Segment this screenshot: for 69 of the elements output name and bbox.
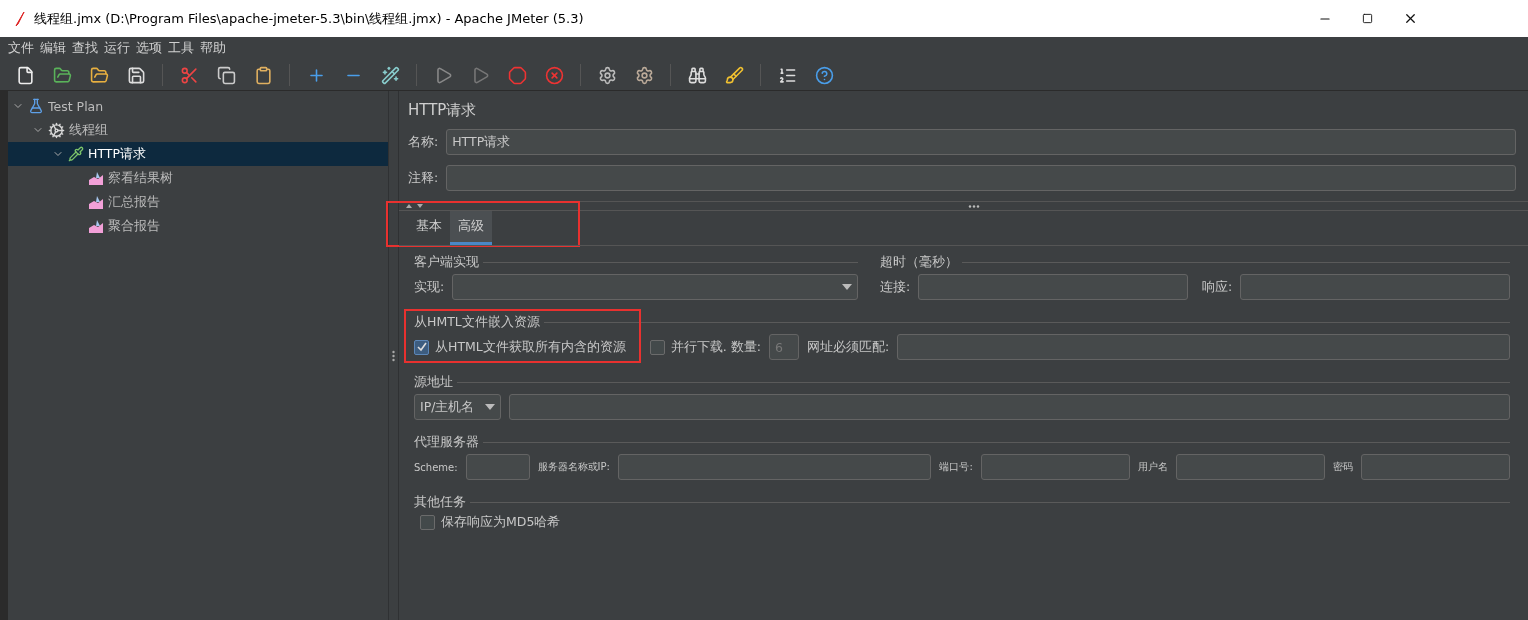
- group-title: 代理服务器: [414, 433, 479, 451]
- proxy-field[interactable]: [980, 454, 1130, 480]
- wand-icon[interactable]: [379, 64, 401, 86]
- menu-item[interactable]: 查找: [72, 40, 98, 57]
- stop-icon[interactable]: [506, 64, 528, 86]
- copy-icon[interactable]: [215, 64, 237, 86]
- menu-item[interactable]: 帮助: [200, 40, 226, 57]
- menu-item[interactable]: 选项: [136, 40, 162, 57]
- tree-item[interactable]: 察看结果树: [8, 166, 388, 190]
- help-icon[interactable]: [813, 64, 835, 86]
- tree-item[interactable]: HTTP请求: [8, 142, 388, 166]
- tree-item[interactable]: Test Plan: [8, 94, 388, 118]
- group-title: 源地址: [414, 373, 453, 391]
- dropdown-arrow-icon[interactable]: [842, 284, 852, 290]
- field-label: 密码: [1332, 460, 1353, 474]
- field-label: 响应:: [1202, 278, 1233, 296]
- close-icon[interactable]: [1403, 11, 1418, 26]
- checkbox[interactable]: 从HTML文件获取所有内含的资源: [414, 338, 626, 356]
- group-title: 超时（毫秒）: [880, 253, 958, 271]
- menu-item[interactable]: 文件: [8, 40, 34, 57]
- tree-item[interactable]: 线程组: [8, 118, 388, 142]
- proxy-field[interactable]: [465, 454, 530, 480]
- feather-icon: [14, 10, 26, 27]
- tree-item[interactable]: 聚合报告: [8, 214, 388, 238]
- checkbox[interactable]: 并行下载. 数量:: [649, 338, 761, 356]
- group-title: 从HMTL文件嵌入资源: [414, 313, 540, 331]
- drag-handle-icon[interactable]: [392, 349, 395, 362]
- proxy-field[interactable]: [617, 454, 932, 480]
- menu-item[interactable]: 运行: [104, 40, 130, 57]
- response-timeout-field[interactable]: [1240, 274, 1510, 300]
- chart-icon: [88, 170, 104, 186]
- drag-handle-icon[interactable]: [967, 204, 980, 208]
- field-label: 服务器名称或IP:: [537, 460, 610, 474]
- collapse-arrows-icon[interactable]: [405, 203, 425, 209]
- tab[interactable]: 高级: [450, 211, 492, 245]
- field-label: 用户名: [1137, 460, 1168, 474]
- chart-icon: [88, 218, 104, 234]
- connect-timeout-field[interactable]: [918, 274, 1188, 300]
- menu-item[interactable]: 工具: [168, 40, 194, 57]
- comment-field[interactable]: [446, 165, 1516, 191]
- url-match-field[interactable]: [897, 334, 1510, 360]
- window-title: 线程组.jmx (D:\Program Files\apache-jmeter-5.3\bin\线程组.jmx) - Apache JMeter (5.3): [34, 9, 585, 28]
- checkbox[interactable]: 保存响应为MD5哈希: [420, 514, 561, 531]
- broom-icon[interactable]: [723, 64, 745, 86]
- field-label: 注释:: [408, 169, 439, 187]
- field-label: 网址必须匹配:: [806, 338, 890, 356]
- panel-title: HTTP请求: [408, 101, 478, 120]
- gear-icon: [48, 121, 65, 139]
- field-label: 实现:: [414, 278, 445, 296]
- field-label: 名称:: [408, 133, 439, 151]
- field-label: Scheme:: [414, 461, 458, 473]
- tab[interactable]: 基本: [408, 211, 450, 245]
- field-label: 端口号:: [939, 460, 973, 474]
- proxy-field[interactable]: [1360, 454, 1510, 480]
- group-title: 其他任务: [414, 493, 466, 511]
- name-field[interactable]: HTTP请求: [446, 129, 1516, 155]
- source-type-select[interactable]: IP/主机名: [414, 394, 501, 420]
- chart-icon: [88, 194, 104, 210]
- dropdown-arrow-icon[interactable]: [485, 404, 495, 410]
- tree-item[interactable]: 汇总报告: [8, 190, 388, 214]
- pipette-icon: [68, 146, 84, 162]
- source-address-field[interactable]: [509, 394, 1510, 420]
- field-label: 连接:: [880, 278, 911, 296]
- flask-icon: [28, 98, 44, 114]
- menu-item[interactable]: 编辑: [40, 40, 66, 57]
- proxy-field[interactable]: [1175, 454, 1325, 480]
- checkmark-icon: [416, 342, 427, 352]
- group-title: 客户端实现: [414, 253, 479, 271]
- maximize-icon[interactable]: [1362, 13, 1373, 24]
